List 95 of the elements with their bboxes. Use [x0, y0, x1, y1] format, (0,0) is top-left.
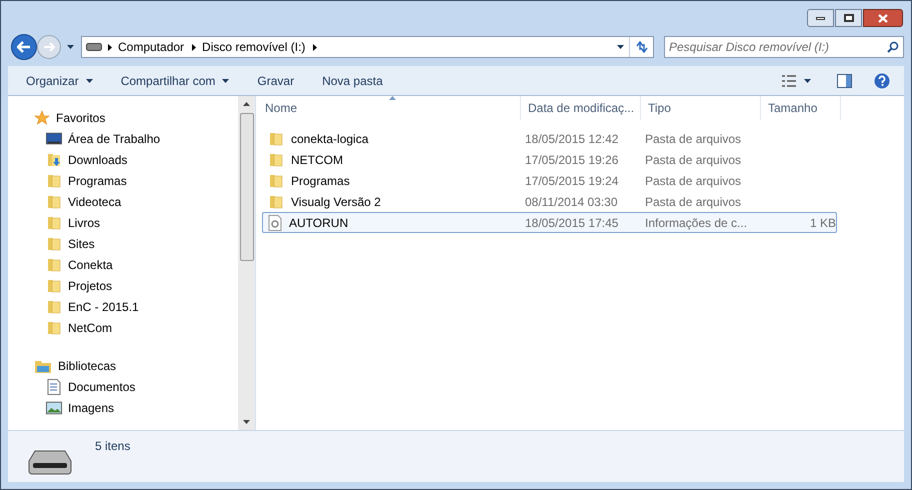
file-name: AUTORUN	[289, 214, 348, 232]
column-header[interactable]: Nome	[258, 96, 521, 120]
type-cell-text: Pasta de arquivos	[644, 130, 742, 148]
toolbar-button[interactable]: Compartilhar com	[110, 68, 240, 92]
column-header[interactable]: Tipo	[641, 96, 761, 120]
file-name: conekta-logica	[291, 130, 368, 148]
refresh-icon	[634, 41, 648, 53]
file-name: Programas	[291, 172, 350, 190]
nav-item[interactable]: Sites	[34, 233, 97, 254]
date-cell-text: 08/11/2014 03:30	[524, 194, 619, 210]
file-name: Visualg Versão 2	[291, 194, 381, 210]
toolbar-button[interactable]: Gravar	[247, 68, 304, 92]
close-button[interactable]	[863, 9, 903, 27]
pane-icon	[837, 74, 852, 88]
type-cell-text: Informações de c...	[644, 214, 748, 232]
chevron-icon	[108, 44, 112, 50]
sort-arrow-icon	[389, 96, 396, 100]
scrollbar[interactable]	[238, 96, 255, 430]
nav-group-header[interactable]: Bibliotecas	[34, 355, 118, 376]
help-icon	[874, 72, 890, 88]
caret-icon	[616, 45, 624, 49]
caret-icon	[804, 78, 811, 82]
document-icon	[47, 378, 61, 394]
minimize-button[interactable]	[807, 9, 834, 27]
date-cell-text: 18/05/2015 17:45	[524, 214, 620, 232]
drive-icon	[86, 43, 102, 51]
list-view-icon	[782, 74, 796, 86]
close-icon	[878, 14, 888, 22]
item-count: 5 itens	[95, 438, 130, 455]
folder-icon	[46, 278, 62, 294]
scrollbar-thumb[interactable]	[240, 113, 254, 261]
toolbar-button[interactable]: Nova pasta	[312, 68, 393, 92]
file-row[interactable]: Visualg Versão 2 08/11/2014 03:30 Pasta de arquivos	[262, 191, 837, 212]
back-button[interactable]	[11, 34, 37, 60]
folder-icon	[46, 298, 62, 314]
folder-icon	[268, 172, 284, 188]
nav-item[interactable]: EnC - 2015.1	[34, 296, 141, 317]
nav-item[interactable]: Imagens	[34, 397, 116, 418]
toolbar-button[interactable]: Organizar	[16, 68, 103, 92]
file-name: NETCOM	[291, 152, 343, 168]
caret-icon	[86, 78, 93, 82]
chevron-icon	[192, 44, 196, 50]
type-cell-text: Pasta de arquivos	[644, 152, 742, 168]
minimize-icon	[816, 16, 825, 20]
download-folder-icon	[46, 152, 62, 168]
restore-icon	[844, 14, 854, 22]
nav-item[interactable]: Conekta	[34, 254, 115, 275]
search-icon	[887, 41, 899, 53]
caret-icon	[66, 45, 74, 49]
nav-item[interactable]: NetCom	[34, 317, 114, 338]
breadcrumb[interactable]: Computador	[118, 38, 184, 56]
right-arrow-icon	[43, 42, 55, 52]
settings-file-icon	[268, 214, 282, 230]
folder-icon	[46, 256, 62, 272]
folder-icon	[46, 172, 62, 188]
left-arrow-icon	[17, 41, 31, 53]
folder-icon	[46, 320, 62, 336]
date-cell-text: 18/05/2015 12:42	[524, 130, 620, 148]
date-cell-text: 17/05/2015 19:26	[524, 152, 620, 168]
folder-icon	[46, 194, 62, 210]
maximize-button[interactable]	[835, 9, 862, 27]
nav-item[interactable]: Videoteca	[34, 191, 124, 212]
file-row[interactable]: AUTORUN 18/05/2015 17:45 Informações de c... 1 KB	[262, 212, 837, 233]
nav-item[interactable]: Área de Trabalho	[34, 128, 162, 149]
file-row[interactable]: conekta-logica 18/05/2015 12:42 Pasta de arquivos	[262, 128, 837, 149]
folder-icon	[46, 214, 62, 230]
removable-drive-icon	[27, 449, 73, 475]
folder-icon	[268, 152, 284, 168]
breadcrumb[interactable]: Disco removível (I:)	[202, 38, 306, 56]
column-header[interactable]: Data de modificaç...	[521, 96, 641, 120]
nav-item[interactable]: Projetos	[34, 275, 114, 296]
picture-icon	[46, 400, 62, 414]
folder-icon	[268, 130, 284, 146]
nav-item[interactable]: Documentos	[34, 376, 138, 397]
nav-group-header[interactable]: Favoritos	[34, 107, 108, 128]
date-cell-text: 17/05/2015 19:24	[524, 172, 620, 190]
chevron-icon	[313, 44, 318, 50]
scroll-down-icon	[243, 420, 250, 424]
file-row[interactable]: Programas 17/05/2015 19:24 Pasta de arquivos	[262, 170, 837, 191]
caret-icon	[222, 78, 230, 82]
folder-icon	[268, 194, 284, 210]
nav-item[interactable]: Downloads	[34, 149, 130, 170]
folder-icon	[46, 236, 62, 252]
size-cell-text: 1 KB	[810, 214, 836, 232]
column-header[interactable]: Tamanho	[761, 96, 841, 120]
type-cell-text: Pasta de arquivos	[644, 172, 742, 190]
scroll-up-icon	[243, 102, 250, 106]
type-cell-text: Pasta de arquivos	[644, 194, 742, 210]
nav-item[interactable]: Livros	[34, 212, 102, 233]
star-icon	[34, 110, 50, 126]
monitor-icon	[46, 132, 62, 146]
nav-item[interactable]: Programas	[34, 170, 129, 191]
file-row[interactable]: NETCOM 17/05/2015 19:26 Pasta de arquivos	[262, 149, 837, 170]
address-bar[interactable]: Computador Disco removível (I:)	[81, 36, 654, 58]
search-field[interactable]: Pesquisar Disco removível (I:)	[664, 36, 904, 58]
